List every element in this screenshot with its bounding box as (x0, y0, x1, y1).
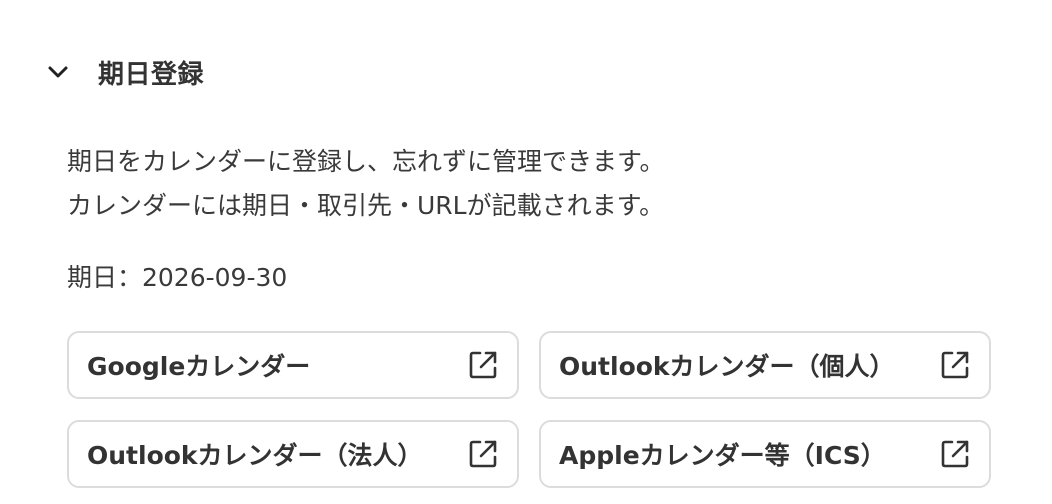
calendar-registration-panel: 期日登録 期日をカレンダーに登録し、忘れずに管理できます。 カレンダーには期日・… (0, 0, 1052, 504)
button-label: Outlookカレンダー（法人） (87, 441, 423, 470)
due-date-text: 期日：2026-09-30 (67, 263, 288, 292)
external-link-icon (937, 436, 973, 472)
section-toggle[interactable]: 期日登録 (44, 50, 204, 94)
apple-calendar-ics-button[interactable]: Appleカレンダー等（ICS） (539, 420, 991, 488)
description: 期日をカレンダーに登録し、忘れずに管理できます。 カレンダーには期日・取引先・U… (67, 140, 665, 228)
outlook-personal-calendar-button[interactable]: Outlookカレンダー（個人） (539, 331, 991, 399)
description-line-1: 期日をカレンダーに登録し、忘れずに管理できます。 (67, 147, 665, 176)
outlook-corporate-calendar-button[interactable]: Outlookカレンダー（法人） (67, 420, 519, 488)
google-calendar-button[interactable]: Googleカレンダー (67, 331, 519, 399)
chevron-down-icon[interactable] (44, 58, 72, 86)
section-title: 期日登録 (98, 59, 205, 90)
external-link-icon (465, 436, 501, 472)
external-link-icon (465, 347, 501, 383)
button-label: Googleカレンダー (87, 352, 311, 381)
button-label: Appleカレンダー等（ICS） (559, 441, 886, 470)
button-label: Outlookカレンダー（個人） (559, 352, 895, 381)
description-line-2: カレンダーには期日・取引先・URLが記載されます。 (67, 191, 665, 220)
external-link-icon (937, 347, 973, 383)
